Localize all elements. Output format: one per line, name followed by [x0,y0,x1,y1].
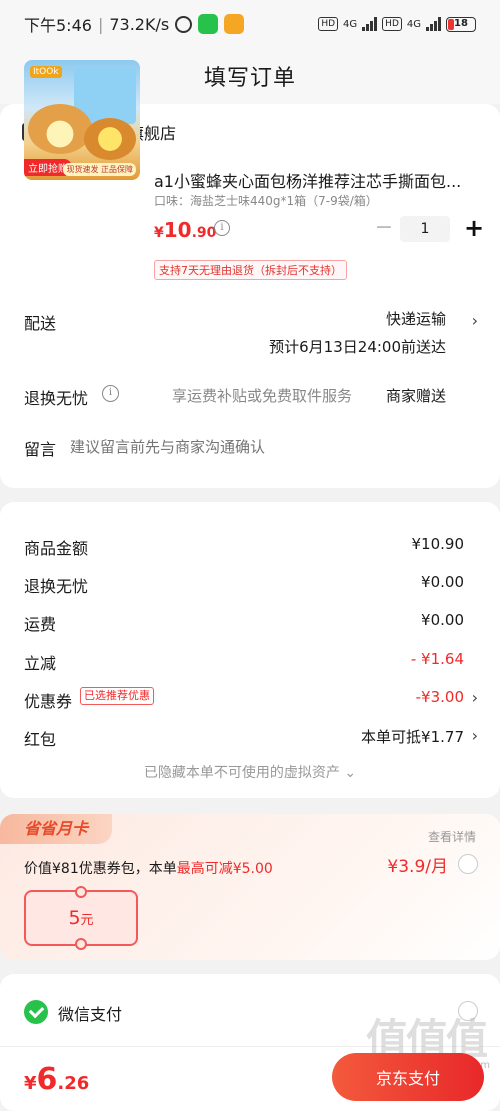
coupon-badge: 已选推荐优惠 [80,687,154,705]
payment-card: 微信支付 ¥6.26 值值值 zhizhizhi.com 京东支付 [0,974,500,1111]
app-notification-icon [224,14,245,34]
status-bar: 下午5:46 | 73.2K/s HD 4G HD 4G 18 [0,0,500,48]
product-image[interactable]: ItOOk 立即抢购 现货速发 正品保障 [24,60,140,180]
coupon-label[interactable]: 优惠券 [24,688,72,712]
hd-icon: HD [318,17,339,31]
delivery-eta: 预计6月13日24:00前送达 [269,338,446,356]
page-title: 填写订单 [203,66,296,91]
delivery-method[interactable]: 快递运输 [386,308,446,329]
status-time: 下午5:46 [24,16,92,35]
battery-level: 18 [454,17,468,29]
goods-amount-label: 商品金额 [24,539,89,558]
monthly-card-price: ¥3.9/月 [387,857,448,877]
return-policy-tag: 支持7天无理由退货（拆封后不支持） [154,260,347,280]
return-info-icon[interactable]: i [102,385,119,402]
payment-method-label[interactable]: 微信支付 [58,1001,122,1025]
alarm-icon [175,15,193,33]
return-service-gift: 商家赠送 [385,387,446,405]
delivery-chevron-icon[interactable]: › [472,311,478,330]
monthly-card-offer[interactable]: 省省月卡 查看详情 价值¥81优惠券包，本单最高可减¥5.00 ¥3.9/月 5… [0,814,500,960]
red-packet-chevron-icon[interactable]: › [472,726,478,745]
return-service-fee-value: ¥0.00 [421,573,464,591]
quantity-plus-button[interactable]: + [464,216,484,241]
coupon-chevron-icon[interactable]: › [472,688,478,707]
shipping-fee-value: ¥0.00 [421,611,464,629]
return-service-fee-label: 退换无忧 [24,577,89,596]
quantity-stepper: − 1 + [374,216,484,242]
brand-logo: ItOOk [30,66,62,78]
return-service-label: 退换无忧 [24,389,89,408]
wechat-notification-icon [198,14,219,34]
quantity-input[interactable]: 1 [400,216,450,242]
quantity-minus-button[interactable]: − [374,217,394,241]
wechat-pay-icon [24,1000,48,1024]
status-net-speed: 73.2K/s [109,14,170,34]
signal-icon [426,17,441,31]
goods-amount-value: ¥10.90 [411,535,465,553]
shipping-fee-label: 运费 [24,615,57,634]
product-price: ¥10.90 [154,218,217,242]
view-details-link[interactable]: 查看详情 [428,828,476,845]
coupon-voucher: 5元 [24,890,138,946]
product-title[interactable]: a1小蜜蜂夹心面包杨洋推荐注芯手撕面包... [154,168,474,192]
product-spec[interactable]: 口味：海盐芝士味440g*1箱（7-9袋/箱） [154,192,378,209]
battery-icon: 18 [446,16,476,32]
red-packet-label[interactable]: 红包 [24,726,56,750]
return-service-desc: 享运费补贴或免费取件服务 [172,387,353,405]
net-type-2: 4G [406,18,421,30]
submit-order-button[interactable]: 京东支付 [332,1053,484,1101]
monthly-card-badge: 省省月卡 [0,814,112,844]
discount-label: 立减 [24,654,57,673]
hidden-assets-toggle[interactable]: 已隐藏本单不可使用的虚拟资产 ⌄ [0,762,500,782]
monthly-card-desc: 价值¥81优惠券包，本单最高可减¥5.00 [24,861,273,877]
note-input[interactable] [70,436,470,458]
hd-icon: HD [382,17,402,31]
image-promo-tag: 现货速发 正品保障 [63,163,136,176]
monthly-card-radio[interactable] [458,854,478,874]
red-packet-value[interactable]: 本单可抵¥1.77 [361,726,464,747]
net-type: 4G [343,18,358,30]
delivery-label: 配送 [24,314,57,333]
signal-icon [362,17,378,31]
coupon-value[interactable]: -¥3.00 [416,688,464,706]
total-price: ¥6.26 [24,1062,90,1097]
note-label: 留言 [24,440,57,459]
price-info-icon[interactable]: i [214,220,230,236]
discount-value: - ¥1.64 [410,650,464,668]
